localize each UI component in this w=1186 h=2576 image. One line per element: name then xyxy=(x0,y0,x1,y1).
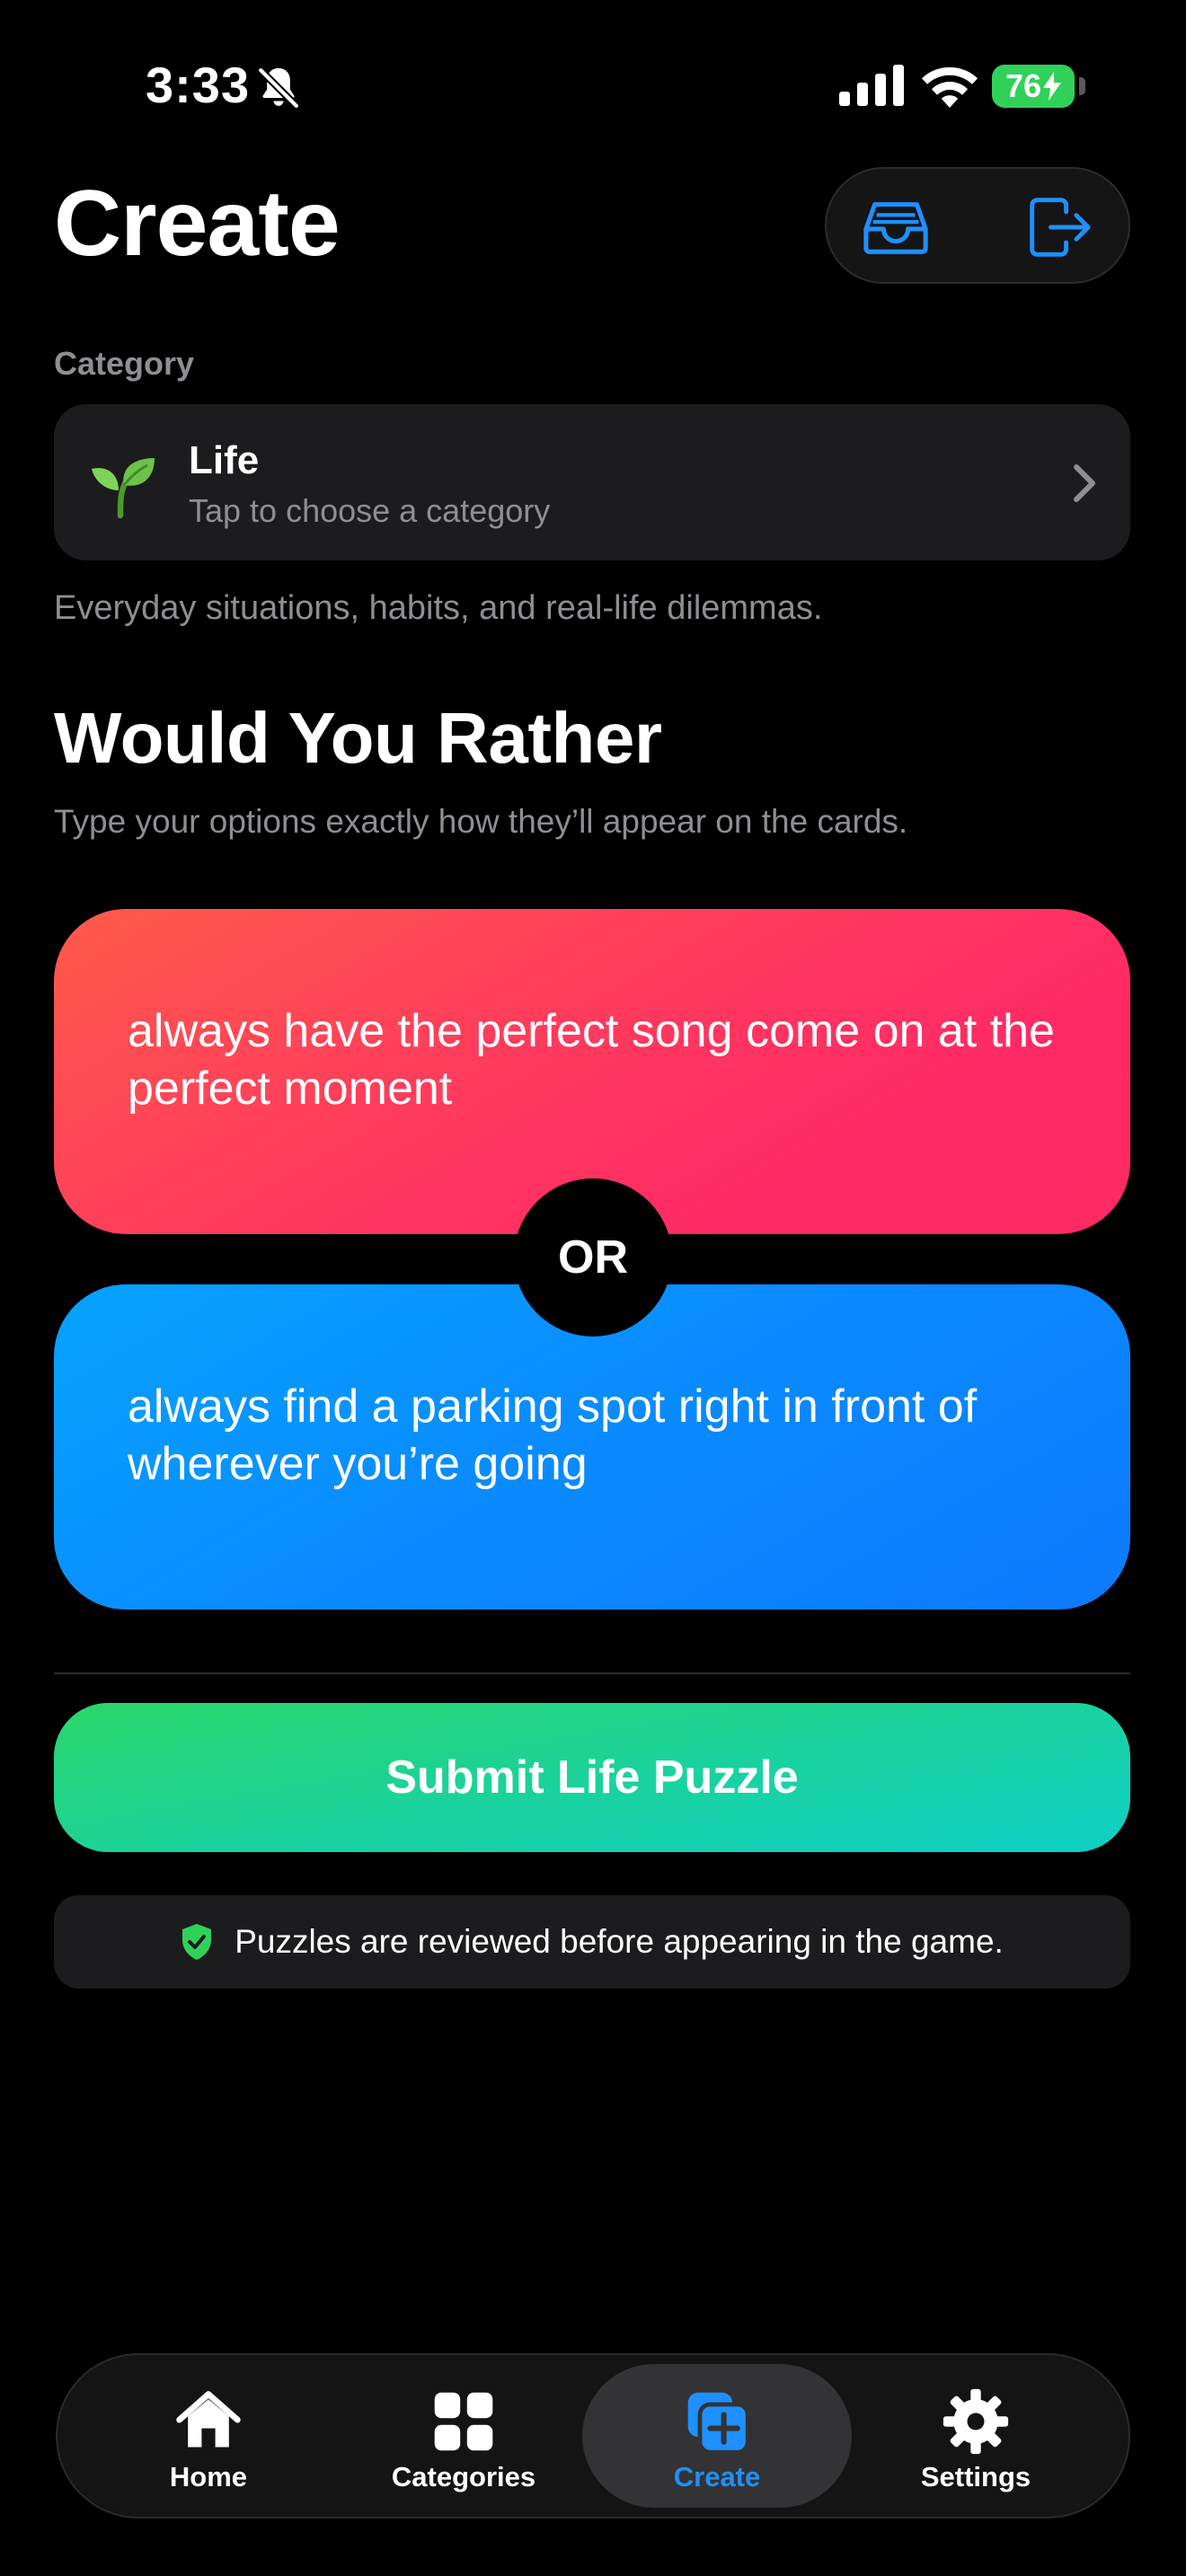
review-note: Puzzles are reviewed before appearing in… xyxy=(54,1895,1130,1989)
inbox-tray-icon xyxy=(863,202,928,254)
category-description: Everyday situations, habits, and real-li… xyxy=(54,589,823,627)
tab-create[interactable]: Create xyxy=(582,2364,852,2508)
tab-settings-label: Settings xyxy=(920,2461,1031,2492)
tab-categories-label: Categories xyxy=(391,2461,536,2492)
grid-icon xyxy=(434,2392,493,2451)
inbox-button[interactable] xyxy=(861,192,931,262)
section-title: Would You Rather xyxy=(54,698,662,778)
tab-categories[interactable]: Categories xyxy=(329,2364,598,2508)
tab-home[interactable]: Home xyxy=(74,2364,343,2508)
category-picker[interactable]: Life Tap to choose a category xyxy=(54,404,1130,560)
plus-square-on-square-icon xyxy=(687,2392,750,2455)
status-time: 3:33 xyxy=(146,57,251,113)
house-icon xyxy=(176,2391,241,2448)
option-a-text[interactable]: always have the perfect song come on at … xyxy=(128,1002,1058,1117)
tab-settings[interactable]: Settings xyxy=(841,2364,1111,2508)
or-separator: OR xyxy=(514,1178,672,1337)
tab-home-label: Home xyxy=(169,2461,248,2492)
category-label: Category xyxy=(54,345,195,382)
divider xyxy=(54,1672,1130,1674)
seedling-icon xyxy=(92,458,155,519)
page-title: Create xyxy=(54,172,341,276)
review-note-text: Puzzles are reviewed before appearing in… xyxy=(235,1923,1004,1960)
battery-charging-icon: 76 xyxy=(992,65,1085,108)
battery-level: 76 xyxy=(1005,67,1042,104)
cellular-signal-icon xyxy=(839,65,904,106)
bolt-icon xyxy=(1043,72,1062,101)
gear-icon xyxy=(943,2388,1009,2455)
chevron-right-icon xyxy=(1074,464,1095,502)
sign-out-icon xyxy=(1030,198,1091,257)
tab-create-label: Create xyxy=(673,2461,761,2492)
category-hint: Tap to choose a category xyxy=(189,492,551,529)
tab-bar: Home Categories Create Settings xyxy=(56,2353,1130,2519)
sign-out-button[interactable] xyxy=(1024,192,1094,262)
bell-slash-icon xyxy=(256,66,301,110)
submit-button[interactable]: Submit Life Puzzle xyxy=(54,1703,1130,1852)
shield-check-icon xyxy=(182,1924,212,1960)
wifi-icon xyxy=(922,66,978,108)
header-actions xyxy=(825,167,1130,284)
option-b-text[interactable]: always find a parking spot right in fron… xyxy=(128,1378,1058,1493)
category-name: Life xyxy=(189,438,260,482)
section-subtitle: Type your options exactly how they’ll ap… xyxy=(54,803,908,840)
